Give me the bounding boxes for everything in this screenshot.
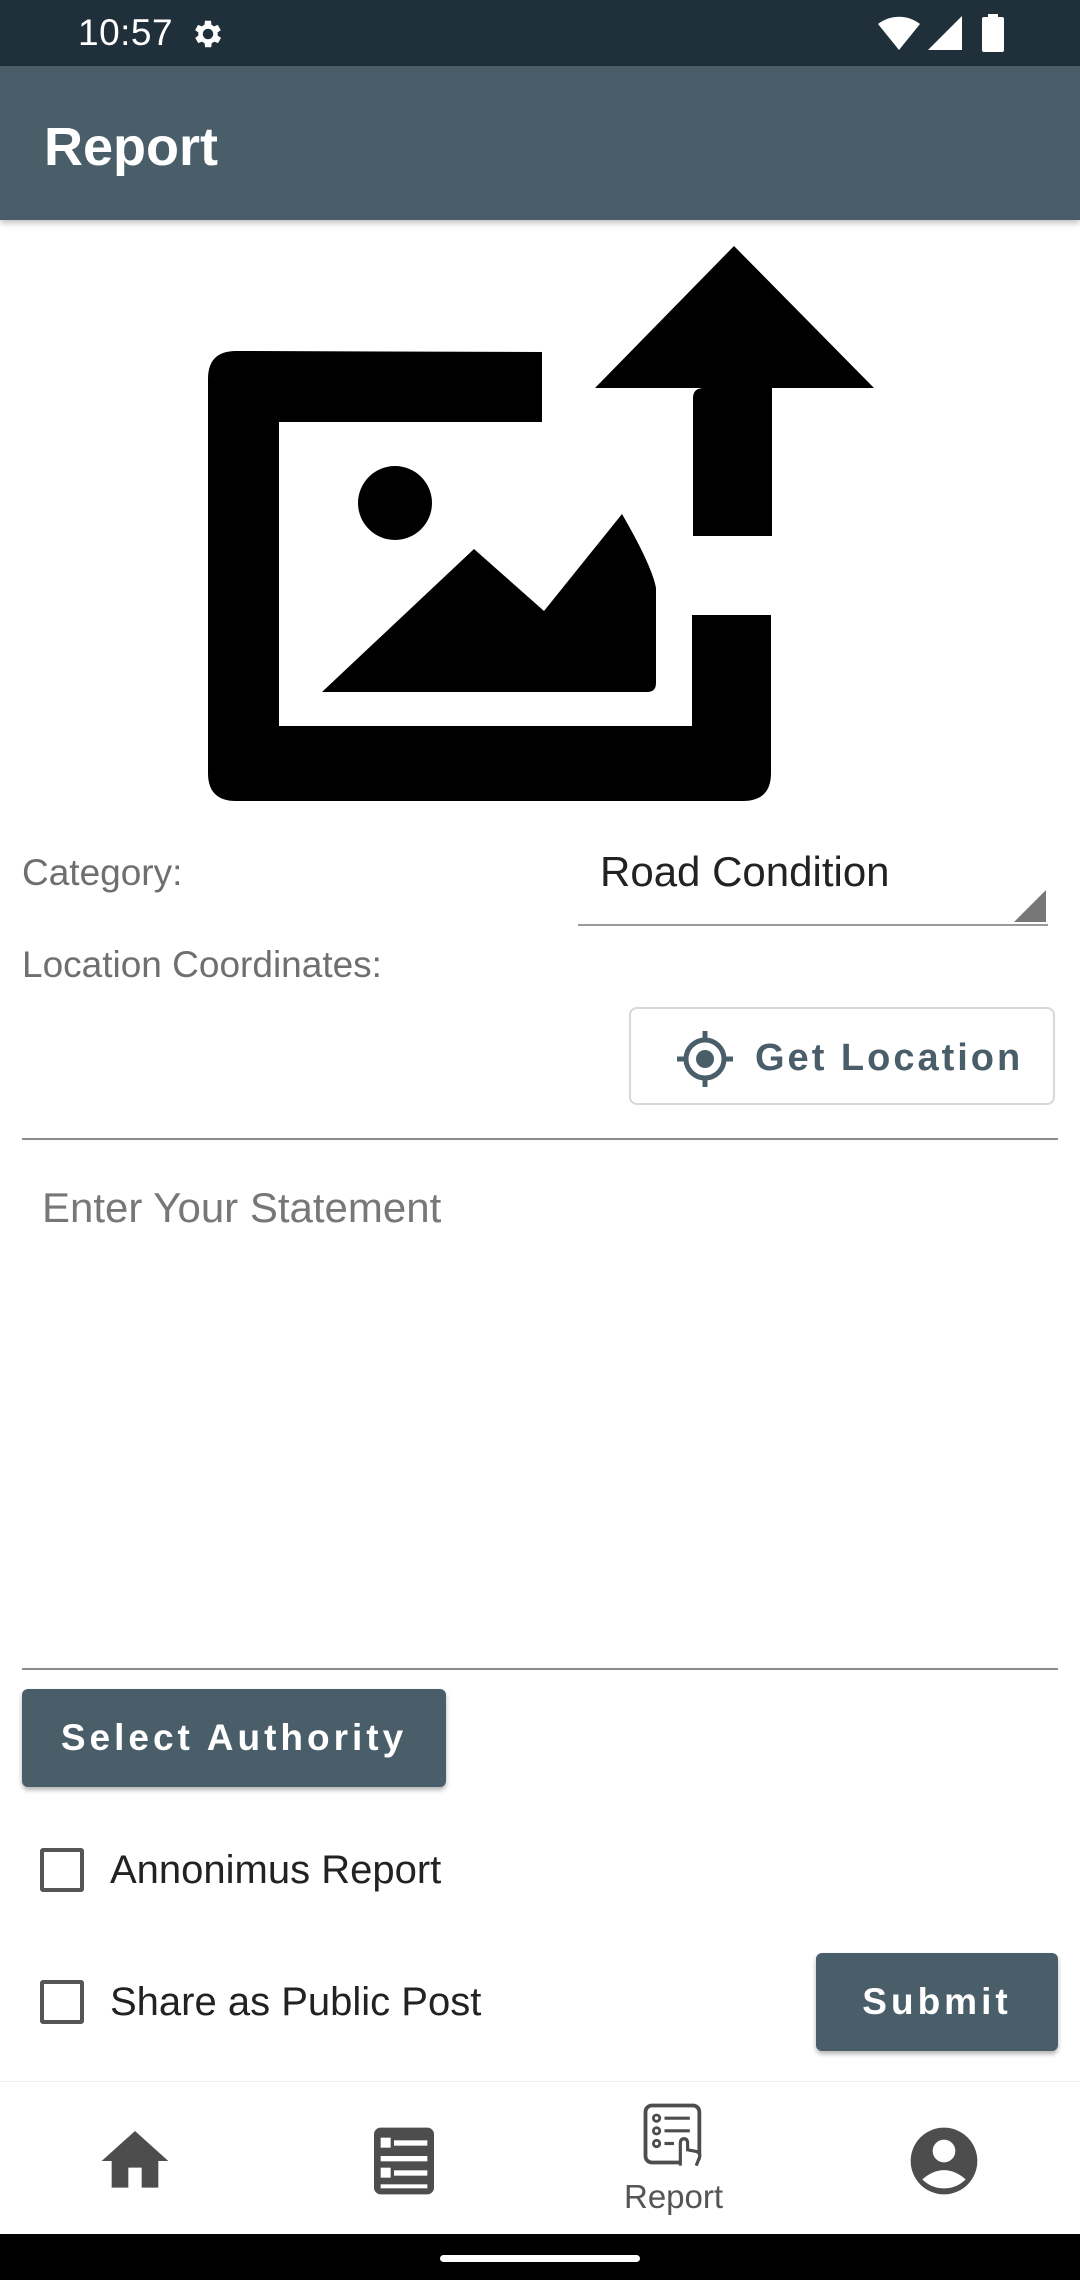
home-icon <box>101 2131 169 2188</box>
submit-button[interactable]: Submit <box>816 1953 1058 2051</box>
nav-home[interactable] <box>95 2121 175 2201</box>
nav-feed[interactable] <box>364 2121 444 2201</box>
settings-gear-icon <box>195 20 222 48</box>
report-form-icon <box>643 2103 702 2167</box>
public-post-label[interactable]: Share as Public Post <box>110 1980 481 2025</box>
wifi-icon <box>878 16 920 50</box>
nav-report-label: Report <box>624 2178 724 2215</box>
dropdown-triangle-icon <box>1014 890 1046 922</box>
add-photo-upload-icon <box>208 246 874 801</box>
get-location-label: Get Location <box>755 1037 1024 1079</box>
nav-report[interactable] <box>636 2096 712 2172</box>
cell-signal-icon <box>928 16 962 50</box>
location-coordinates-label: Location Coordinates: <box>22 944 382 985</box>
feed-list-icon <box>374 2127 434 2195</box>
get-location-button[interactable]: Get Location <box>629 1007 1055 1105</box>
statement-input[interactable] <box>22 1160 1058 1670</box>
status-time: 10:57 <box>78 12 174 53</box>
battery-icon <box>982 14 1004 52</box>
divider <box>22 1138 1058 1140</box>
category-dropdown[interactable]: Road Condition <box>578 832 1048 926</box>
gesture-handle[interactable] <box>440 2255 640 2262</box>
public-post-checkbox[interactable] <box>40 1980 84 2024</box>
nav-profile[interactable] <box>904 2121 984 2201</box>
image-picker[interactable] <box>200 240 880 810</box>
status-bar: 10:57 <box>0 0 1080 66</box>
my-location-crosshair-icon <box>677 1031 733 1087</box>
anonymous-report-label[interactable]: Annonimus Report <box>110 1848 441 1893</box>
anonymous-report-checkbox[interactable] <box>40 1848 84 1892</box>
category-label: Category: <box>22 852 183 893</box>
page-title: Report <box>44 117 218 177</box>
app-bar: Report <box>0 66 1080 220</box>
select-authority-button[interactable]: Select Authority <box>22 1689 446 1787</box>
category-selected-value: Road Condition <box>600 848 890 895</box>
account-circle-icon <box>910 2127 978 2195</box>
